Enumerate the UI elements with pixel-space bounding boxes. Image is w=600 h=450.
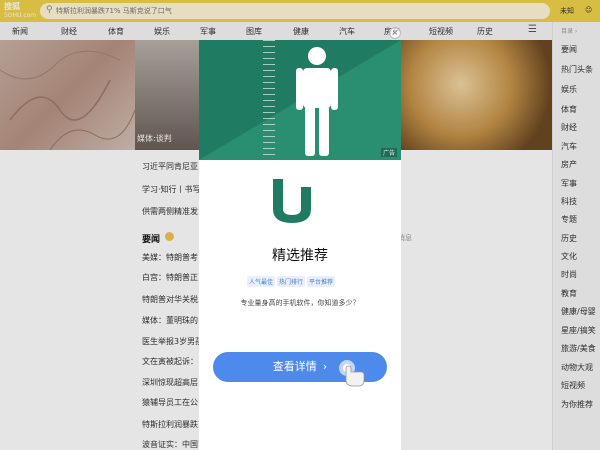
close-icon[interactable]: × xyxy=(389,27,401,39)
modal-title: 精选推荐 xyxy=(272,248,328,264)
ad-label: 广告 xyxy=(380,148,397,157)
app-logo-icon xyxy=(273,179,311,223)
cta-label: 查看详情 xyxy=(272,360,317,373)
promo-modal: 广告 精选推荐 人气最佳 热门排行 平台推荐 专业量身高的手机软件，你知道多少？ 查… xyxy=(199,40,401,450)
modal-description: 专业量身高的手机软件，你知道多少？ xyxy=(240,299,360,307)
pointer-hand-icon xyxy=(339,360,365,387)
person-icon xyxy=(296,47,338,156)
tag: 热门排行 xyxy=(277,276,306,287)
tag-list: 人气最佳 热门排行 平台推荐 xyxy=(247,276,337,288)
tag: 人气最佳 xyxy=(247,276,276,287)
tag: 平台推荐 xyxy=(307,276,336,287)
modal-banner-image[interactable]: 广告 xyxy=(199,40,401,160)
chevron-right-icon: › xyxy=(322,360,328,373)
